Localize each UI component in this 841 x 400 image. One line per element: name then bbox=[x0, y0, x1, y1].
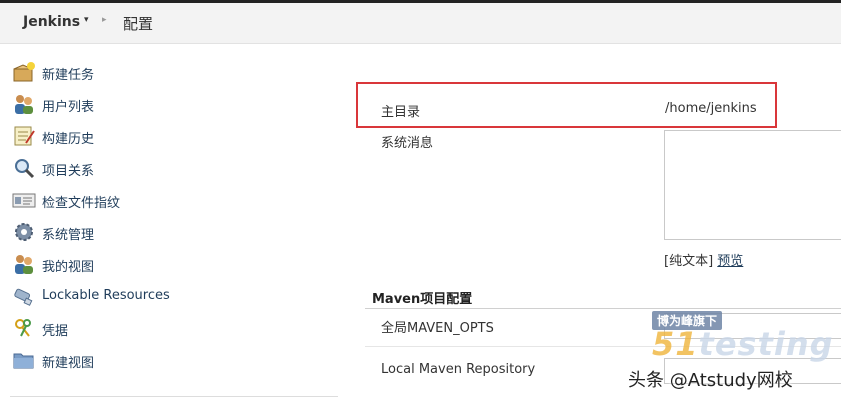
system-message-textarea[interactable] bbox=[664, 130, 841, 240]
section-divider bbox=[365, 308, 841, 309]
breadcrumb-separator-icon: ▸ bbox=[102, 15, 107, 25]
folder-icon bbox=[12, 349, 36, 371]
sidebar-item-label: 我的视图 bbox=[42, 260, 95, 275]
usb-icon bbox=[12, 285, 36, 307]
sidebar-item-project-relationship[interactable]: 项目关系 bbox=[12, 156, 312, 180]
sidebar-item-fingerprint[interactable]: 检查文件指纹 bbox=[12, 188, 312, 212]
maven-opts-label: 全局MAVEN_OPTS bbox=[381, 321, 494, 336]
sidebar-item-label: 构建历史 bbox=[42, 132, 95, 147]
watermark-credit: 头条 @Atstudy网校 bbox=[628, 370, 793, 391]
sidebar-item-label: 新建视图 bbox=[42, 356, 95, 371]
sidebar-item-manage[interactable]: 系统管理 bbox=[12, 220, 312, 244]
sidebar-item-lockable-resources[interactable]: Lockable Resources bbox=[12, 284, 312, 308]
markup-format-info: [纯文本] 预览 bbox=[664, 250, 743, 269]
watermark-brand-logo: 51testing bbox=[652, 325, 834, 363]
plain-text-label: [纯文本] bbox=[664, 254, 714, 269]
sidebar-item-new-view[interactable]: 新建视图 bbox=[12, 348, 312, 372]
maven-section-title: Maven项目配置 bbox=[372, 292, 473, 307]
sidebar-divider bbox=[10, 396, 338, 397]
sidebar-item-label: 系统管理 bbox=[42, 228, 95, 243]
breadcrumb: Jenkins ▾ ▸ 配置 bbox=[0, 3, 841, 44]
home-directory-value: /home/jenkins bbox=[665, 101, 757, 116]
sidebar-item-label: 检查文件指纹 bbox=[42, 196, 121, 211]
sidebar-item-label: 凭据 bbox=[42, 324, 69, 339]
people-icon bbox=[12, 93, 36, 115]
sidebar-item-label: 用户列表 bbox=[42, 100, 95, 115]
new-item-icon bbox=[12, 61, 36, 83]
preview-link[interactable]: 预览 bbox=[717, 254, 743, 269]
chevron-down-icon[interactable]: ▾ bbox=[84, 15, 89, 25]
user-icon bbox=[12, 253, 36, 275]
magnifier-icon bbox=[12, 157, 36, 179]
sidebar-item-build-history[interactable]: 构建历史 bbox=[12, 124, 312, 148]
breadcrumb-jenkins-link[interactable]: Jenkins bbox=[23, 14, 80, 30]
system-message-label: 系统消息 bbox=[381, 136, 434, 151]
sidebar-item-label: 项目关系 bbox=[42, 164, 95, 179]
keys-icon bbox=[12, 317, 36, 339]
sidebar-item-credentials[interactable]: 凭据 bbox=[12, 316, 312, 340]
gear-icon bbox=[12, 221, 36, 243]
sidebar-item-people[interactable]: 用户列表 bbox=[12, 92, 312, 116]
fingerprint-icon bbox=[12, 189, 36, 211]
sidebar-item-new-item[interactable]: 新建任务 bbox=[12, 60, 312, 84]
breadcrumb-current-page: 配置 bbox=[123, 15, 154, 33]
home-directory-label: 主目录 bbox=[381, 105, 421, 120]
sidebar-item-label: 新建任务 bbox=[42, 68, 95, 83]
notepad-icon bbox=[12, 125, 36, 147]
local-maven-repository-label: Local Maven Repository bbox=[381, 362, 536, 377]
sidebar-item-my-views[interactable]: 我的视图 bbox=[12, 252, 312, 276]
sidebar-item-label: Lockable Resources bbox=[42, 288, 170, 303]
